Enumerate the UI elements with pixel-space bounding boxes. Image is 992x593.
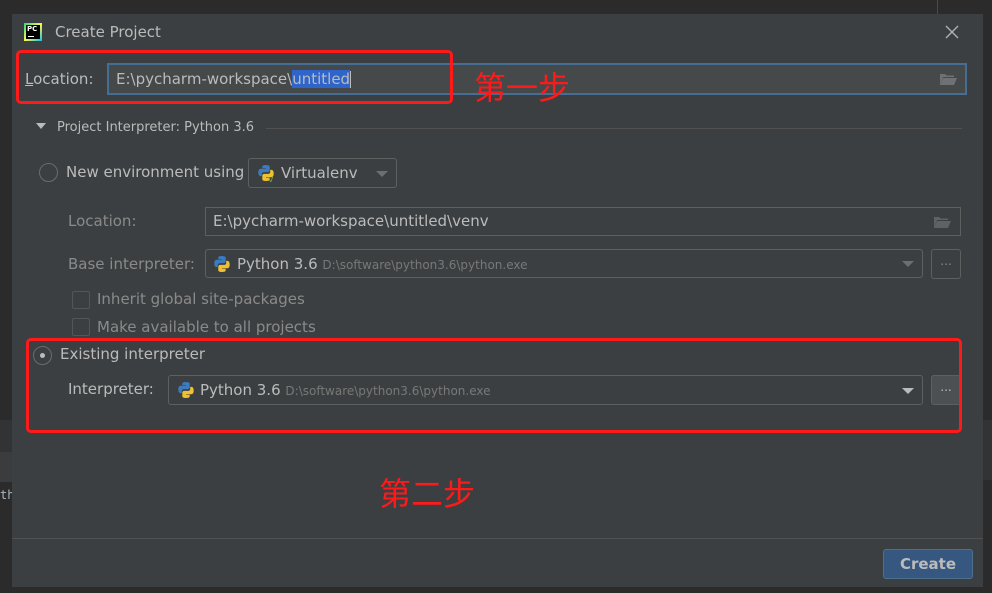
close-button[interactable] bbox=[942, 22, 962, 42]
dropdown-arrow-icon bbox=[376, 171, 388, 177]
base-interpreter-dropdown[interactable]: Python 3.6 D:\software\python3.6\python.… bbox=[205, 249, 923, 278]
new-environment-radio[interactable] bbox=[39, 163, 58, 182]
title-bar: PC Create Project bbox=[12, 14, 983, 52]
location-value-prefix: E:\pycharm-workspace\ bbox=[116, 70, 293, 88]
location-label: Location: bbox=[25, 70, 94, 88]
dropdown-arrow-icon bbox=[902, 261, 914, 267]
inherit-packages-checkbox[interactable] bbox=[72, 291, 90, 309]
base-interpreter-path: D:\software\python3.6\python.exe bbox=[322, 258, 528, 272]
interpreter-browse-button[interactable]: ... bbox=[931, 375, 961, 405]
footer-divider bbox=[12, 538, 983, 539]
ide-panel-strip bbox=[0, 452, 12, 482]
ide-panel-strip bbox=[983, 420, 992, 480]
environment-tool-dropdown[interactable]: v Virtualenv bbox=[248, 158, 397, 188]
make-available-checkbox[interactable] bbox=[72, 318, 90, 336]
interpreter-path: D:\software\python3.6\python.exe bbox=[285, 384, 491, 398]
python-icon bbox=[178, 382, 194, 398]
virtualenv-icon: v bbox=[258, 165, 274, 182]
venv-location-value: E:\pycharm-workspace\untitled\venv bbox=[213, 212, 489, 230]
folder-open-icon[interactable] bbox=[933, 215, 951, 229]
base-interpreter-name: Python 3.6 bbox=[237, 255, 318, 273]
close-icon bbox=[945, 25, 959, 39]
ide-partial-text: th bbox=[0, 488, 12, 502]
text-caret bbox=[350, 71, 352, 88]
environment-tool-value: Virtualenv bbox=[281, 164, 358, 182]
base-interpreter-value: Python 3.6 D:\software\python3.6\python.… bbox=[237, 255, 528, 273]
pycharm-logo-icon: PC bbox=[24, 23, 42, 41]
location-label-mnemonic: L bbox=[25, 70, 34, 88]
create-button[interactable]: Create bbox=[883, 549, 973, 579]
dropdown-arrow-icon bbox=[902, 388, 914, 394]
svg-text:v: v bbox=[268, 175, 274, 182]
folder-open-icon[interactable] bbox=[939, 72, 957, 86]
python-icon bbox=[214, 256, 230, 272]
ide-divider bbox=[937, 0, 938, 14]
existing-interpreter-label: Existing interpreter bbox=[60, 345, 205, 363]
interpreter-value: Python 3.6 D:\software\python3.6\python.… bbox=[200, 381, 491, 399]
interpreter-section-title: Project Interpreter: Python 3.6 bbox=[57, 120, 255, 135]
step1-annotation: 第一步 bbox=[474, 69, 571, 107]
inherit-packages-label: Inherit global site-packages bbox=[97, 290, 305, 308]
location-value-selected: untitled bbox=[292, 70, 351, 88]
venv-location-label: Location: bbox=[68, 212, 137, 230]
base-interpreter-label: Base interpreter: bbox=[68, 255, 195, 273]
dialog-title: Create Project bbox=[55, 23, 161, 41]
location-label-rest: ocation: bbox=[33, 70, 94, 88]
ide-panel-strip bbox=[0, 420, 12, 452]
new-environment-label: New environment using bbox=[66, 163, 245, 181]
interpreter-name: Python 3.6 bbox=[200, 381, 281, 399]
venv-location-input[interactable]: E:\pycharm-workspace\untitled\venv bbox=[205, 207, 961, 236]
expand-triangle-icon[interactable] bbox=[36, 123, 46, 129]
interpreter-dropdown[interactable]: Python 3.6 D:\software\python3.6\python.… bbox=[168, 375, 923, 405]
interpreter-section-header[interactable]: Project Interpreter: Python 3.6 bbox=[34, 120, 962, 136]
section-divider bbox=[266, 128, 962, 129]
make-available-label: Make available to all projects bbox=[97, 318, 316, 336]
existing-interpreter-radio[interactable] bbox=[33, 346, 52, 365]
base-interpreter-browse-button[interactable]: ... bbox=[931, 249, 961, 279]
step2-annotation: 第二步 bbox=[379, 475, 476, 513]
interpreter-label: Interpreter: bbox=[68, 380, 154, 398]
